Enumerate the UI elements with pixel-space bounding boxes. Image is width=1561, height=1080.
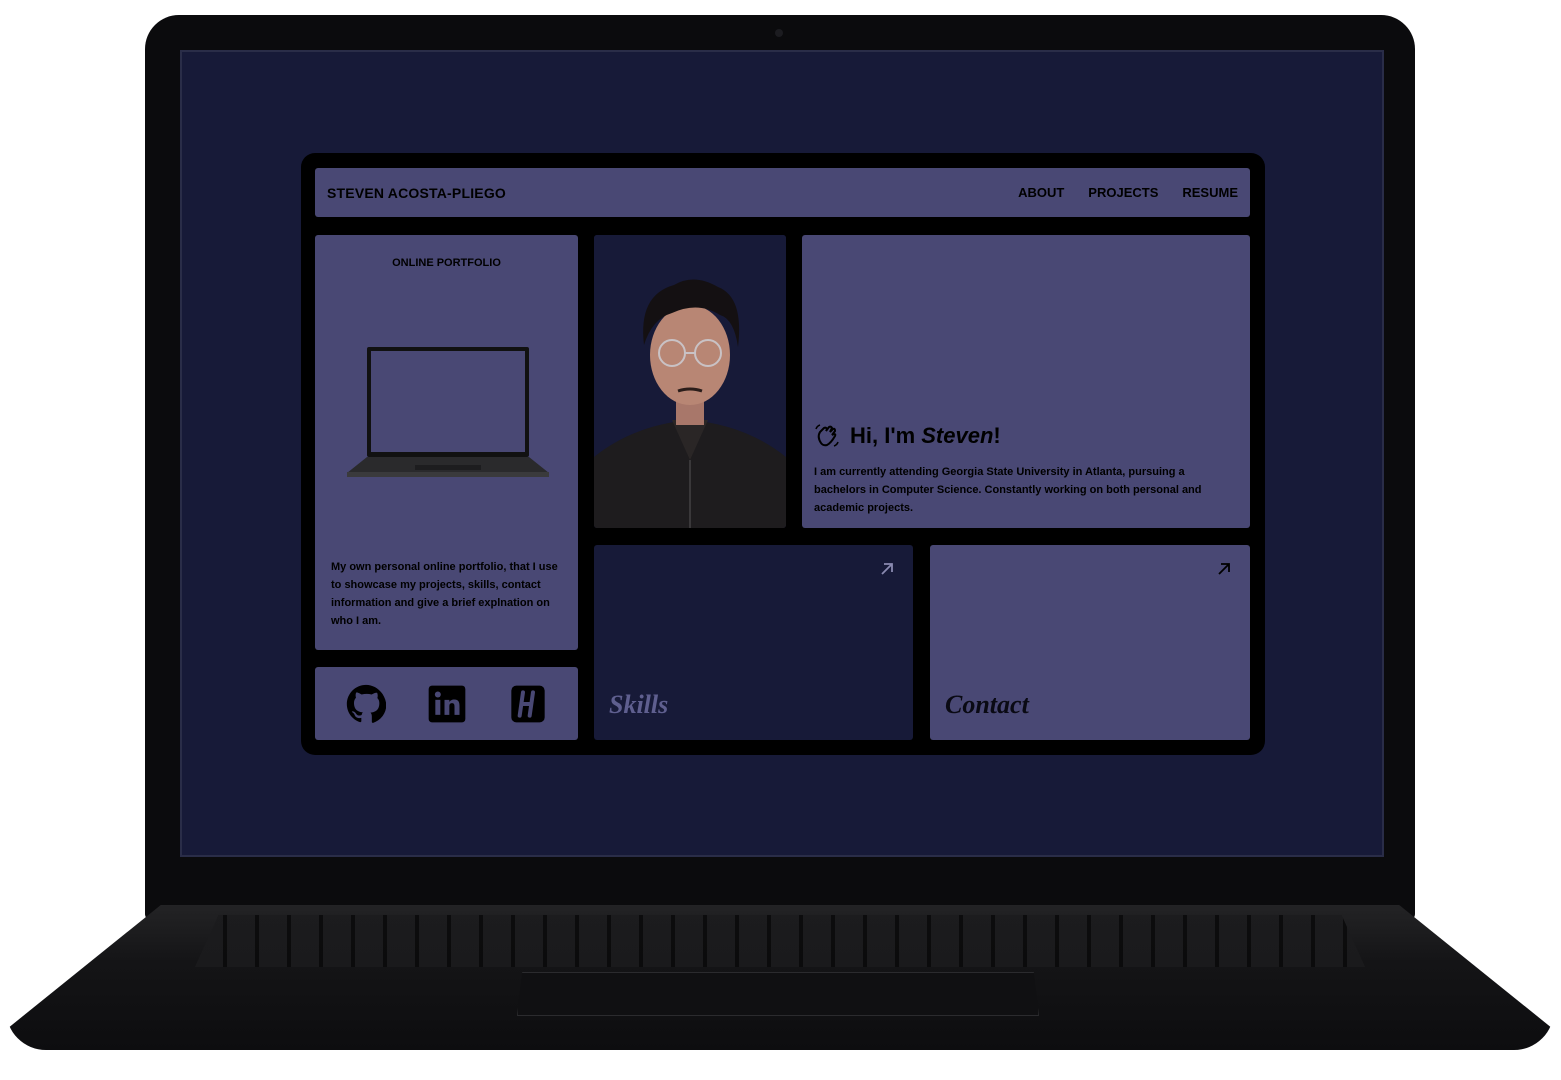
intro-exclamation: ! [993, 423, 1001, 448]
intro-name: Steven [921, 423, 994, 448]
waving-hand-icon [815, 424, 839, 447]
portfolio-card: ONLINE PORTFOLIO My own personal online … [315, 235, 578, 650]
github-icon[interactable] [345, 683, 387, 725]
webcam [775, 29, 783, 37]
arrow-up-right-icon [881, 563, 893, 575]
nav-link-about[interactable]: ABOUT [1018, 185, 1064, 200]
laptop-keyboard [195, 915, 1365, 967]
laptop-illustration-icon [347, 347, 549, 477]
intro-greeting: Hi, I'm [850, 423, 922, 448]
skills-title: Skills [609, 690, 669, 719]
hashnode-icon[interactable] [507, 683, 549, 725]
laptop-trackpad [517, 972, 1039, 1016]
profile-photo [594, 235, 786, 528]
portfolio-description: My own personal online portfolio, that I… [331, 561, 558, 627]
portfolio-title: ONLINE PORTFOLIO [392, 257, 501, 269]
intro-text: I am currently attending Georgia State U… [814, 466, 1202, 514]
nav-link-resume[interactable]: RESUME [1182, 185, 1238, 200]
skills-card[interactable]: Skills [594, 545, 913, 740]
linkedin-icon[interactable] [426, 683, 468, 725]
arrow-up-right-icon [1218, 563, 1230, 575]
nav-links: ABOUT PROJECTS RESUME [1018, 185, 1238, 200]
portfolio-site: STEVEN ACOSTA-PLIEGO ABOUT PROJECTS RESU… [301, 153, 1265, 755]
intro-card: Hi, I'm Steven! I am currently attending… [802, 235, 1250, 528]
contact-card[interactable]: Contact [930, 545, 1250, 740]
portrait-image [594, 235, 786, 528]
navbar: STEVEN ACOSTA-PLIEGO ABOUT PROJECTS RESU… [315, 168, 1250, 217]
social-links [315, 667, 578, 740]
intro-heading: Hi, I'm Steven! [814, 423, 1001, 449]
site-brand[interactable]: STEVEN ACOSTA-PLIEGO [327, 185, 506, 201]
contact-title: Contact [945, 690, 1029, 719]
nav-link-projects[interactable]: PROJECTS [1088, 185, 1158, 200]
